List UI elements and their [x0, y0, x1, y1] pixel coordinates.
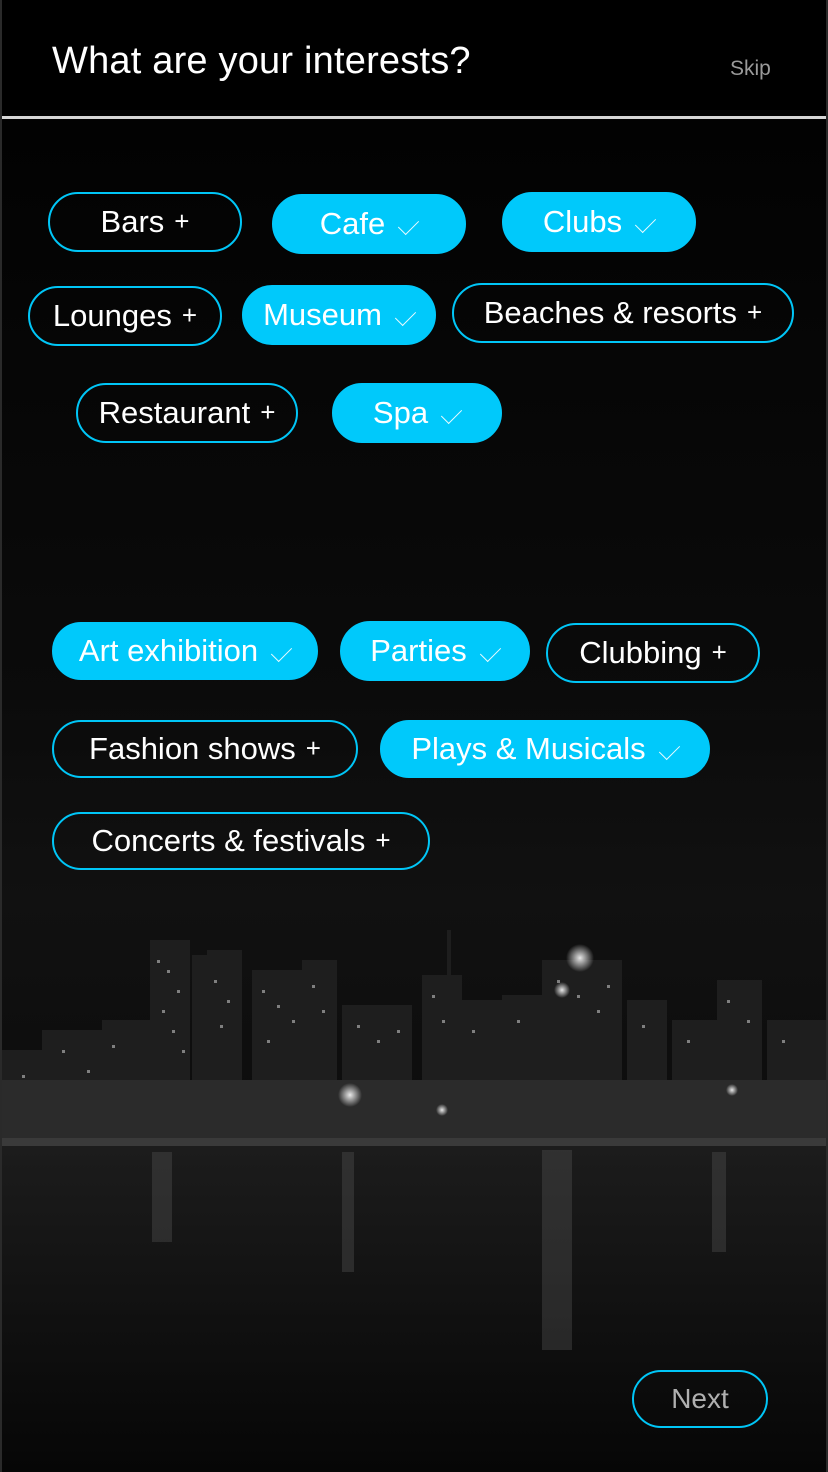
interest-chip-parties[interactable]: Parties	[340, 621, 530, 681]
chip-label: Lounges	[52, 298, 172, 333]
check-icon	[440, 402, 463, 424]
plus-icon: +	[747, 297, 763, 327]
chip-label: Cafe	[319, 206, 386, 241]
interest-chip-museum[interactable]: Museum	[242, 285, 436, 345]
check-icon	[658, 738, 680, 760]
interests-screen: What are your interests? Skip Bars + Caf…	[0, 0, 828, 1472]
header-bar: What are your interests? Skip	[2, 0, 826, 118]
chip-label: Art exhibition	[78, 633, 259, 668]
interest-chip-art-exhibition[interactable]: Art exhibition	[52, 622, 318, 680]
chip-label: Clubbing	[579, 635, 702, 670]
check-icon	[635, 211, 657, 233]
chip-label: Clubs	[542, 204, 623, 239]
chip-label: Beaches & resorts	[483, 295, 738, 330]
chip-label: Fashion shows	[89, 731, 296, 766]
chip-label: Restaurant	[98, 395, 251, 430]
interest-chip-lounges[interactable]: Lounges +	[28, 286, 222, 346]
chip-label: Museum	[263, 297, 382, 332]
interest-chip-bars[interactable]: Bars +	[48, 192, 242, 252]
skip-button[interactable]: Skip	[730, 57, 771, 81]
next-button[interactable]: Next	[632, 1370, 768, 1428]
chip-label: Spa	[372, 395, 429, 430]
check-icon	[479, 640, 501, 662]
interest-chip-spa[interactable]: Spa	[332, 383, 502, 443]
chip-label: Concerts & festivals	[91, 823, 366, 858]
interest-chip-concerts-festivals[interactable]: Concerts & festivals +	[52, 812, 430, 870]
interest-chip-clubs[interactable]: Clubs	[502, 192, 696, 252]
plus-icon: +	[375, 825, 391, 855]
interest-chip-beaches-resorts[interactable]: Beaches & resorts +	[452, 283, 794, 343]
interest-chip-clubbing[interactable]: Clubbing +	[546, 623, 760, 683]
interest-chip-cafe[interactable]: Cafe	[272, 194, 466, 254]
plus-icon: +	[305, 733, 321, 763]
header-divider	[2, 116, 826, 119]
plus-icon: +	[260, 397, 276, 427]
interest-chip-plays-musicals[interactable]: Plays & Musicals	[380, 720, 710, 778]
chip-label: Plays & Musicals	[411, 731, 646, 766]
plus-icon: +	[181, 300, 198, 330]
plus-icon: +	[711, 637, 727, 667]
chip-label: Bars	[100, 204, 165, 239]
plus-icon: +	[174, 206, 190, 236]
check-icon	[398, 213, 420, 235]
chip-label: Parties	[370, 633, 467, 668]
interest-chip-fashion-shows[interactable]: Fashion shows +	[52, 720, 358, 778]
check-icon	[394, 304, 417, 326]
interest-chip-restaurant[interactable]: Restaurant +	[76, 383, 298, 443]
page-title: What are your interests?	[52, 40, 471, 82]
check-icon	[271, 640, 293, 662]
